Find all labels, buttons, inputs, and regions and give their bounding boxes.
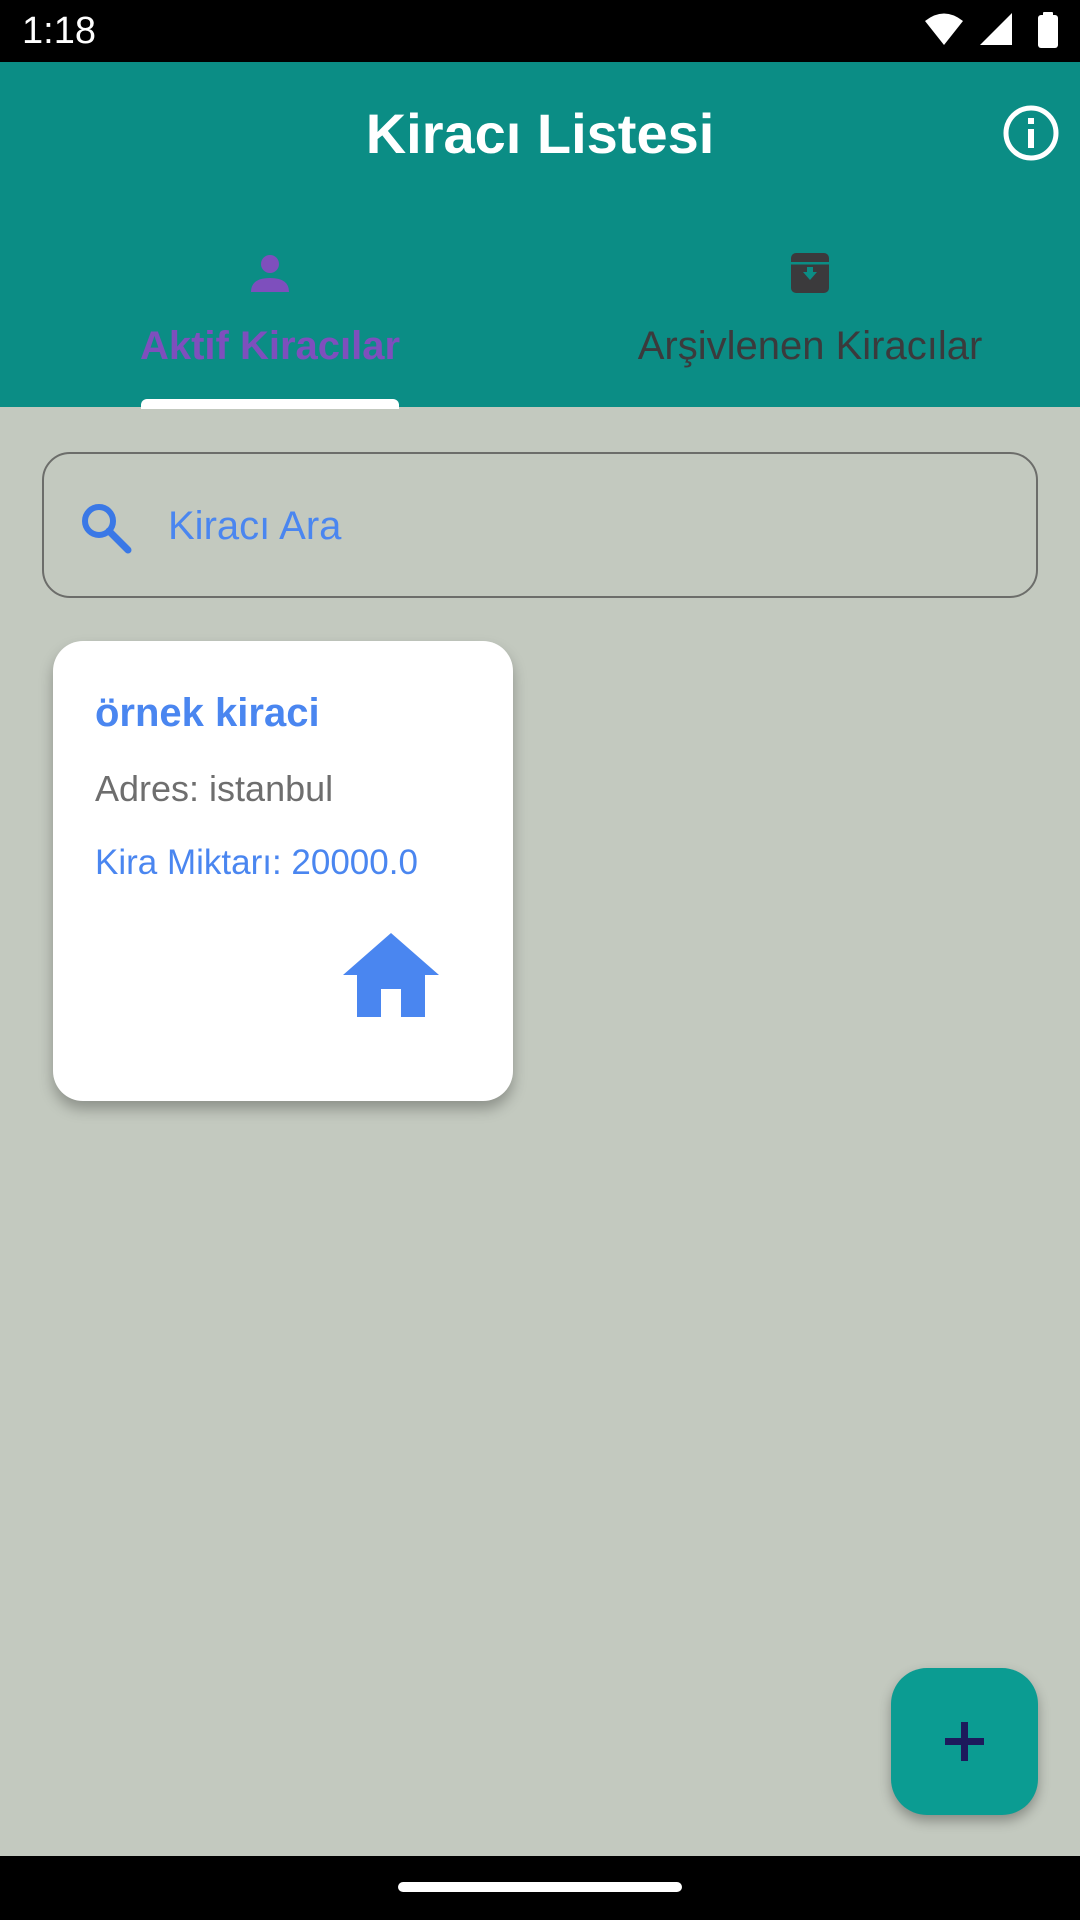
search-field[interactable] [42,452,1038,598]
navigation-bar [0,1856,1080,1920]
add-tenant-button[interactable] [891,1668,1038,1815]
home-gesture-handle[interactable] [398,1882,682,1892]
tenant-card[interactable]: örnek kiraci Adres: istanbul Kira Miktar… [53,641,513,1101]
info-icon [1003,105,1059,161]
wifi-icon [925,13,963,45]
tab-archived-tenants[interactable]: Arşivlenen Kiracılar [540,252,1080,407]
tenant-rent: Kira Miktarı: 20000.0 [95,843,418,882]
home-icon [343,933,439,1017]
person-icon [251,255,289,292]
archive-icon [791,253,829,293]
tab-active-tenants[interactable]: Aktif Kiracılar [0,252,540,407]
page-title: Kiracı Listesi [365,102,715,165]
info-button[interactable] [1002,104,1060,162]
search-icon [82,504,132,554]
tenant-name: örnek kiraci [95,691,320,735]
tenant-address: Adres: istanbul [95,768,334,809]
status-time: 1:18 [22,10,96,52]
tab-indicator [141,399,399,409]
status-bar: 1:18 [0,0,1080,62]
battery-icon [1038,12,1058,48]
tab-label: Aktif Kiracılar [139,324,401,368]
search-input[interactable] [168,490,988,562]
add-icon [945,1722,984,1761]
tab-label: Arşivlenen Kiracılar [637,324,983,368]
signal-icon [980,13,1012,45]
app-bar: Kiracı Listesi Aktif Kiracılar Arşivlene… [0,62,1080,409]
